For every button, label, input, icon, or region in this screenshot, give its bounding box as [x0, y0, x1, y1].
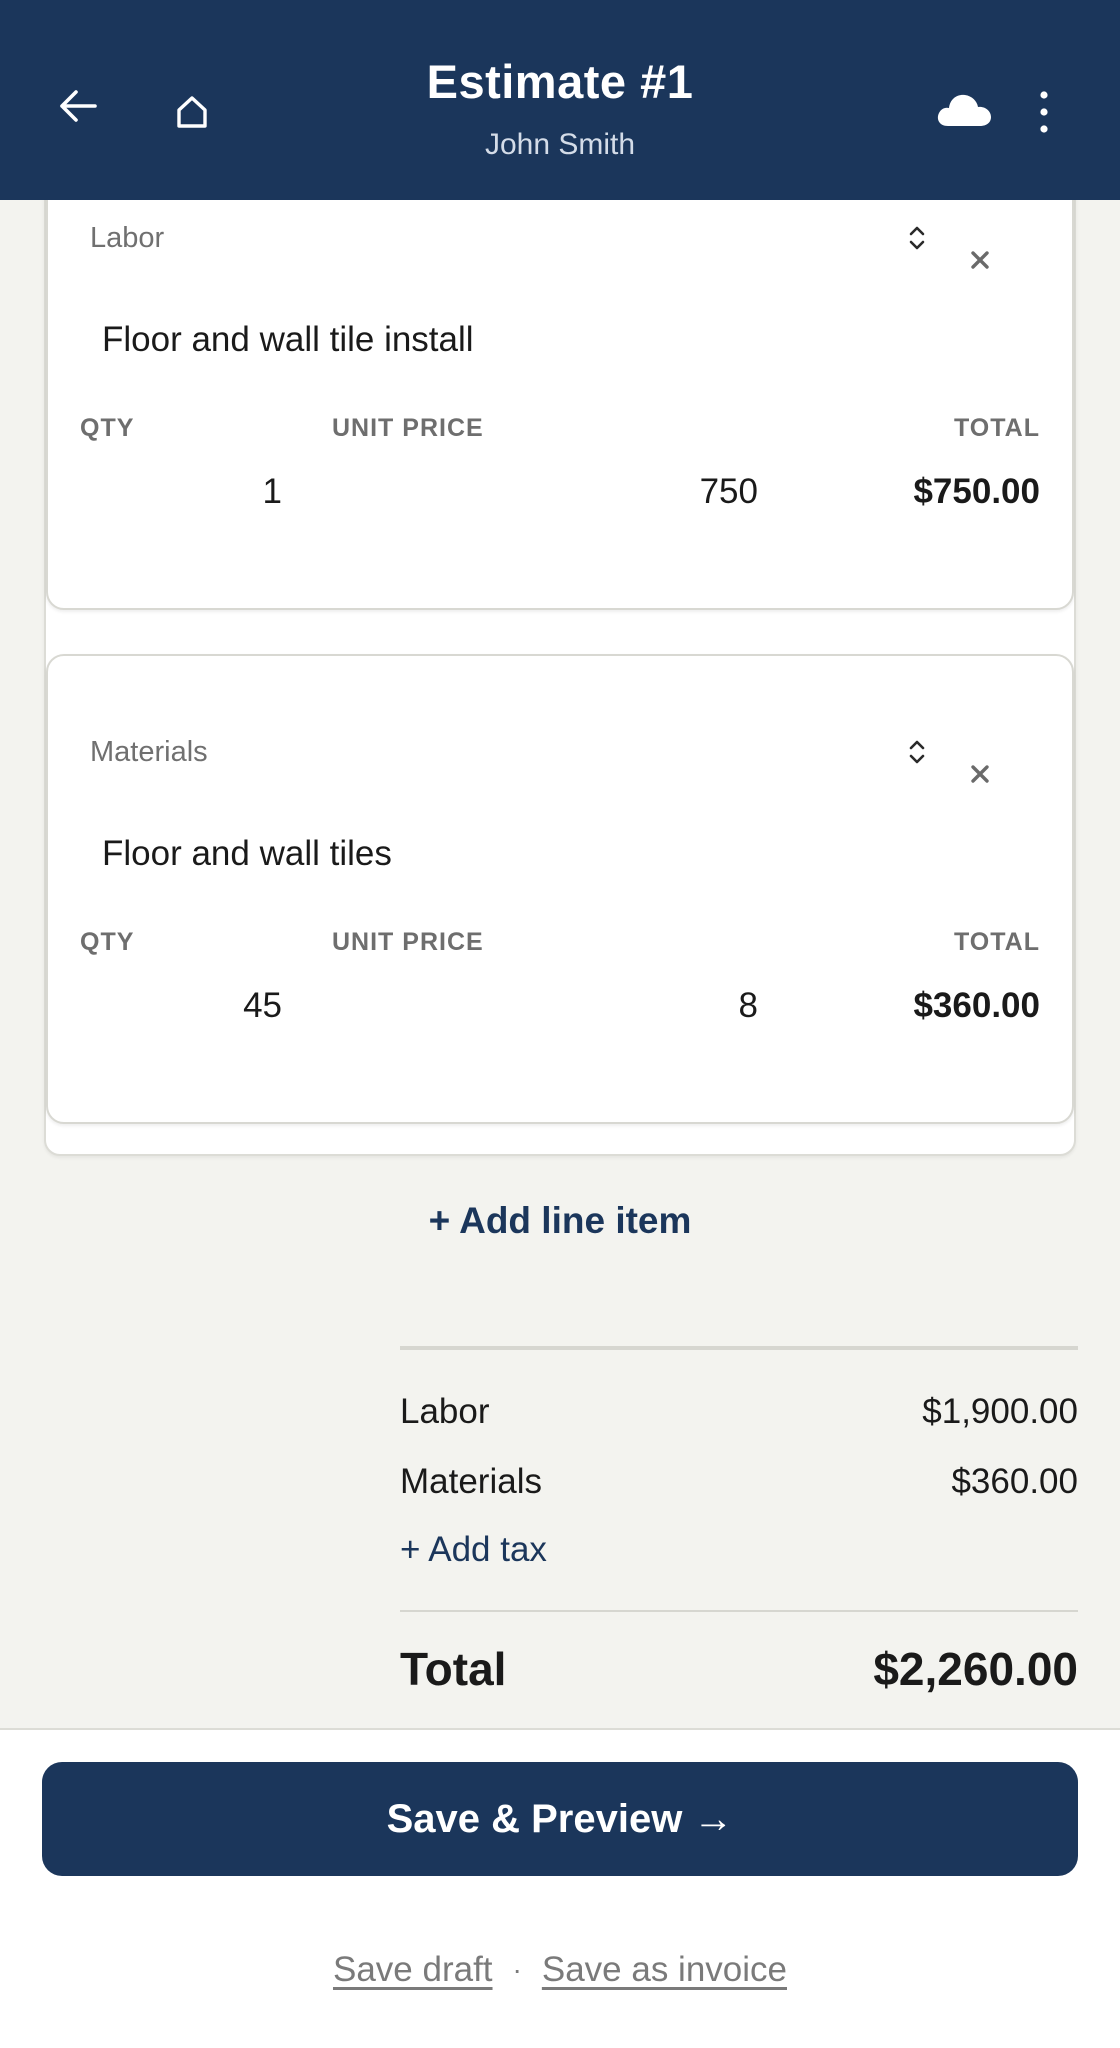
- save-preview-button[interactable]: Save & Preview →: [42, 1762, 1078, 1876]
- total-header: TOTAL: [953, 928, 1040, 956]
- summary-labor-label: Labor: [400, 1392, 490, 1431]
- unit-price-header: UNIT PRICE: [332, 928, 484, 956]
- cloud-icon[interactable]: [934, 86, 994, 130]
- item-type-label: Labor: [90, 221, 165, 254]
- save-draft-link[interactable]: Save draft: [333, 1950, 493, 1990]
- qty-header: QTY: [80, 414, 135, 442]
- add-line-item-button[interactable]: + Add line item: [0, 1200, 1120, 1242]
- add-tax-button[interactable]: + Add tax: [400, 1530, 547, 1570]
- item-description-input[interactable]: Floor and wall tile install: [102, 310, 1002, 370]
- total-divider: [400, 1610, 1078, 1612]
- chevron-up-down-icon: [909, 740, 925, 764]
- chevron-up-down-icon: [909, 226, 925, 250]
- summary-materials-label: Materials: [400, 1462, 542, 1501]
- summary-materials-row: Materials $360.00: [400, 1462, 1078, 1502]
- total-header: TOTAL: [953, 414, 1040, 442]
- secondary-actions: Save draft · Save as invoice: [0, 1950, 1120, 1990]
- total-value: $2,260.00: [873, 1643, 1078, 1695]
- app-header: Estimate #1 John Smith: [0, 0, 1120, 200]
- line-item-card: Materials Floor and wall tiles QTY UNIT …: [46, 654, 1074, 1124]
- item-type-select[interactable]: Labor: [90, 212, 930, 264]
- qty-header: QTY: [80, 928, 135, 956]
- link-separator: ·: [512, 1954, 522, 1985]
- total-label: Total: [400, 1643, 507, 1695]
- item-type-select[interactable]: Materials: [90, 726, 930, 778]
- more-vertical-icon[interactable]: [1022, 88, 1066, 136]
- estimate-content[interactable]: Labor Floor and wall tile install QTY UN…: [0, 200, 1120, 1728]
- item-description-input[interactable]: Floor and wall tiles: [102, 824, 1002, 884]
- remove-item-icon[interactable]: [960, 754, 1000, 794]
- summary-materials-value: $360.00: [951, 1462, 1078, 1501]
- line-total: $750.00: [913, 472, 1040, 511]
- summary-divider: [400, 1346, 1078, 1350]
- qty-input[interactable]: 1: [263, 472, 282, 512]
- client-name: John Smith: [484, 128, 636, 161]
- unit-price-input[interactable]: 750: [700, 472, 758, 512]
- save-as-invoice-link[interactable]: Save as invoice: [542, 1950, 787, 1990]
- summary-labor-row: Labor $1,900.00: [400, 1392, 1078, 1432]
- line-item-card: Labor Floor and wall tile install QTY UN…: [46, 200, 1074, 610]
- summary-labor-value: $1,900.00: [922, 1392, 1078, 1431]
- unit-price-header: UNIT PRICE: [332, 414, 484, 442]
- remove-item-icon[interactable]: [960, 240, 1000, 280]
- line-total: $360.00: [913, 986, 1040, 1025]
- action-footer: Save & Preview → Save draft · Save as in…: [0, 1728, 1120, 2048]
- qty-input[interactable]: 45: [243, 986, 282, 1026]
- item-type-label: Materials: [90, 735, 208, 768]
- grand-total-row: Total $2,260.00: [400, 1642, 1078, 1696]
- unit-price-input[interactable]: 8: [739, 986, 758, 1026]
